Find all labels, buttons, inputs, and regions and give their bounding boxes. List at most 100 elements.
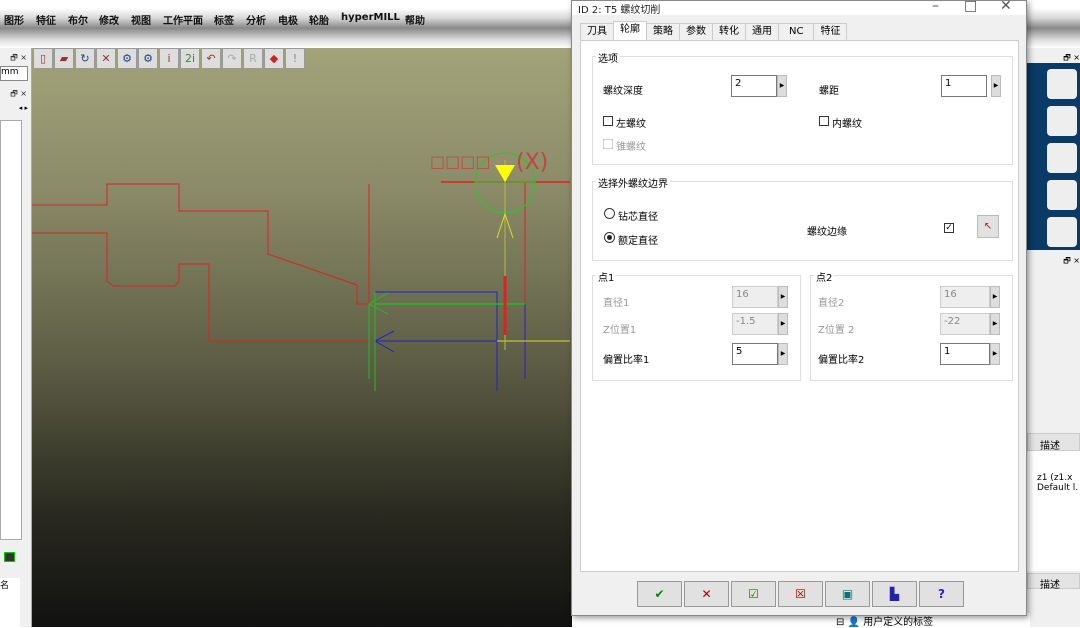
unit-field[interactable]: mm (0, 66, 28, 81)
discard-icon[interactable]: ☒ (778, 581, 823, 607)
z-position2-spin[interactable]: ▶ (990, 313, 1000, 335)
left-panel: 🗗 × mm 🗗 × ◂ ▸ 名 (0, 48, 32, 628)
redo-icon[interactable]: ↷ (222, 48, 242, 69)
pitch-input[interactable]: 1 (941, 75, 987, 97)
offset-ratio1-input[interactable]: 5 (732, 343, 778, 365)
tree-view[interactable] (0, 120, 22, 540)
thread-depth-input[interactable]: 2 (731, 75, 777, 97)
warning-icon[interactable]: ! (285, 48, 305, 69)
tab-general[interactable]: 通用 (745, 23, 779, 40)
apply-icon[interactable]: ☑ (731, 581, 776, 607)
thread-boundary-group: 选择外螺纹边界 钻芯直径 额定直径 螺纹边缘 ✓ ↖ (592, 175, 1013, 261)
tab-tool[interactable]: 刀具 (580, 23, 614, 40)
calculate-icon[interactable]: ⚙ (138, 48, 158, 69)
tab-feature[interactable]: 特征 (813, 23, 848, 40)
z-position2-input[interactable]: -22 (940, 313, 990, 335)
thread-edge-checkbox[interactable]: ✓ (944, 223, 954, 233)
undo-icon[interactable]: ↶ (201, 48, 221, 69)
dialog-buttons: ✔ ✕ ☑ ☒ ▣ ▙ ? (637, 581, 966, 607)
offset-ratio2-spin[interactable]: ▶ (990, 343, 1000, 365)
menu-help[interactable]: 帮助 (405, 12, 425, 27)
menu-hypermill[interactable]: hyperMILL (341, 12, 400, 23)
description-header-2[interactable]: 描述 (1027, 573, 1080, 591)
stock-model-icon[interactable] (1047, 217, 1077, 247)
pitch-spin[interactable]: ▶ (991, 75, 1001, 97)
select-edge-button[interactable]: ↖ (977, 215, 999, 238)
image-icon[interactable] (4, 552, 15, 562)
dialog-title-text: ID 2: T5 螺纹切削 (578, 5, 661, 16)
placeholder-boxes: □□□□ (430, 152, 491, 171)
pitch-label: 螺距 (819, 86, 839, 97)
diameter2-spin[interactable]: ▶ (990, 286, 1000, 308)
tab-bar: 刀具 轮廓 策略 参数 转化 通用 NC 特征 (580, 21, 848, 40)
surface-icon[interactable] (1047, 143, 1077, 173)
menu-modify[interactable]: 修改 (99, 12, 119, 27)
inner-thread-checkbox[interactable] (819, 116, 829, 126)
offset-ratio1-label: 偏置比率1 (603, 355, 650, 366)
tab-contour[interactable]: 轮廓 (613, 21, 647, 40)
diameter1-spin[interactable]: ▶ (778, 286, 788, 308)
close-button[interactable]: ✕ (1000, 0, 1012, 14)
point1-legend: 点1 (596, 269, 617, 284)
z-position1-spin[interactable]: ▶ (778, 313, 788, 335)
options-group: 选项 螺纹深度 2 ▶ 螺距 1 ▶ 左螺纹 内螺纹 锥螺纹 (592, 50, 1013, 165)
core-diameter-radio[interactable] (604, 208, 615, 219)
toolbar: ▯ ▰ ↻ ✕ ⚙ ⚙ i 2i ↶ ↷ R ◆ ! (33, 48, 306, 70)
thread-depth-spin[interactable]: ▶ (777, 75, 787, 97)
inner-thread-label: 内螺纹 (832, 119, 862, 130)
diameter2-label: 直径2 (818, 298, 845, 309)
panel-header-1: 🗗 × (10, 53, 27, 62)
profile-upper (32, 183, 369, 305)
menu-analysis[interactable]: 分析 (246, 12, 266, 27)
curve-icon[interactable] (1047, 69, 1077, 99)
tab-nc[interactable]: NC (778, 23, 815, 40)
menu-label[interactable]: 标签 (214, 12, 234, 27)
nominal-diameter-label: 额定直径 (618, 236, 658, 247)
cancel-button[interactable]: ✕ (684, 581, 729, 607)
ok-button[interactable]: ✔ (637, 581, 682, 607)
maximize-button[interactable]: □ (964, 0, 977, 14)
info-2-icon[interactable]: 2i (180, 48, 200, 69)
tab-parameters[interactable]: 参数 (679, 23, 713, 40)
scroll-arrows[interactable]: ◂ ▸ (0, 104, 28, 118)
info-icon[interactable]: i (159, 48, 179, 69)
menu-graphics[interactable]: 图形 (4, 12, 24, 27)
diameter2-input[interactable]: 16 (940, 286, 990, 308)
description-header[interactable]: 描述 (1027, 433, 1080, 452)
left-thread-label: 左螺纹 (616, 119, 646, 130)
cad-viewport[interactable]: □□□□ (X) (32, 48, 572, 627)
diameter1-input[interactable]: 16 (732, 286, 778, 308)
menu-boolean[interactable]: 布尔 (68, 12, 88, 27)
menu-feature[interactable]: 特征 (36, 12, 56, 27)
taper-thread-checkbox[interactable] (603, 139, 613, 149)
stock-icon[interactable]: ◆ (264, 48, 284, 69)
tool-icon[interactable]: ⚙ (117, 48, 137, 69)
minimize-button[interactable]: – (932, 0, 939, 14)
refresh-icon[interactable]: ↻ (75, 48, 95, 69)
core-diameter-label: 钻芯直径 (618, 212, 658, 223)
new-icon[interactable]: ▯ (33, 48, 53, 69)
open-folder-icon[interactable]: ▰ (54, 48, 74, 69)
menu-electrode[interactable]: 电极 (278, 12, 298, 27)
help-icon[interactable]: ? (919, 581, 964, 607)
filter-icon[interactable]: R (243, 48, 263, 69)
description-text-2: Default l. (1037, 483, 1079, 493)
contour-tab-page: 选项 螺纹深度 2 ▶ 螺距 1 ▶ 左螺纹 内螺纹 锥螺纹 选择外螺纹边界 钻… (580, 40, 1019, 572)
offset-ratio1-spin[interactable]: ▶ (778, 343, 788, 365)
left-thread-checkbox[interactable] (603, 116, 613, 126)
menu-workplane[interactable]: 工作平面 (163, 12, 203, 27)
save-icon[interactable]: ▙ (872, 581, 917, 607)
z-position1-input[interactable]: -1.5 (732, 313, 778, 335)
offset-ratio2-input[interactable]: 1 (940, 343, 990, 365)
description-text-1: z1 (z1.x (1037, 473, 1073, 483)
menu-view[interactable]: 视图 (131, 12, 151, 27)
nominal-diameter-radio[interactable] (604, 232, 615, 243)
tab-transform[interactable]: 转化 (712, 23, 746, 40)
panel-header-2: 🗗 × (1063, 256, 1080, 265)
delete-icon[interactable]: ✕ (96, 48, 116, 69)
drill-icon[interactable] (1047, 180, 1077, 210)
menu-tire[interactable]: 轮胎 (309, 12, 329, 27)
tab-strategy[interactable]: 策略 (646, 23, 680, 40)
boundary-icon[interactable] (1047, 106, 1077, 136)
preview-icon[interactable]: ▣ (825, 581, 870, 607)
